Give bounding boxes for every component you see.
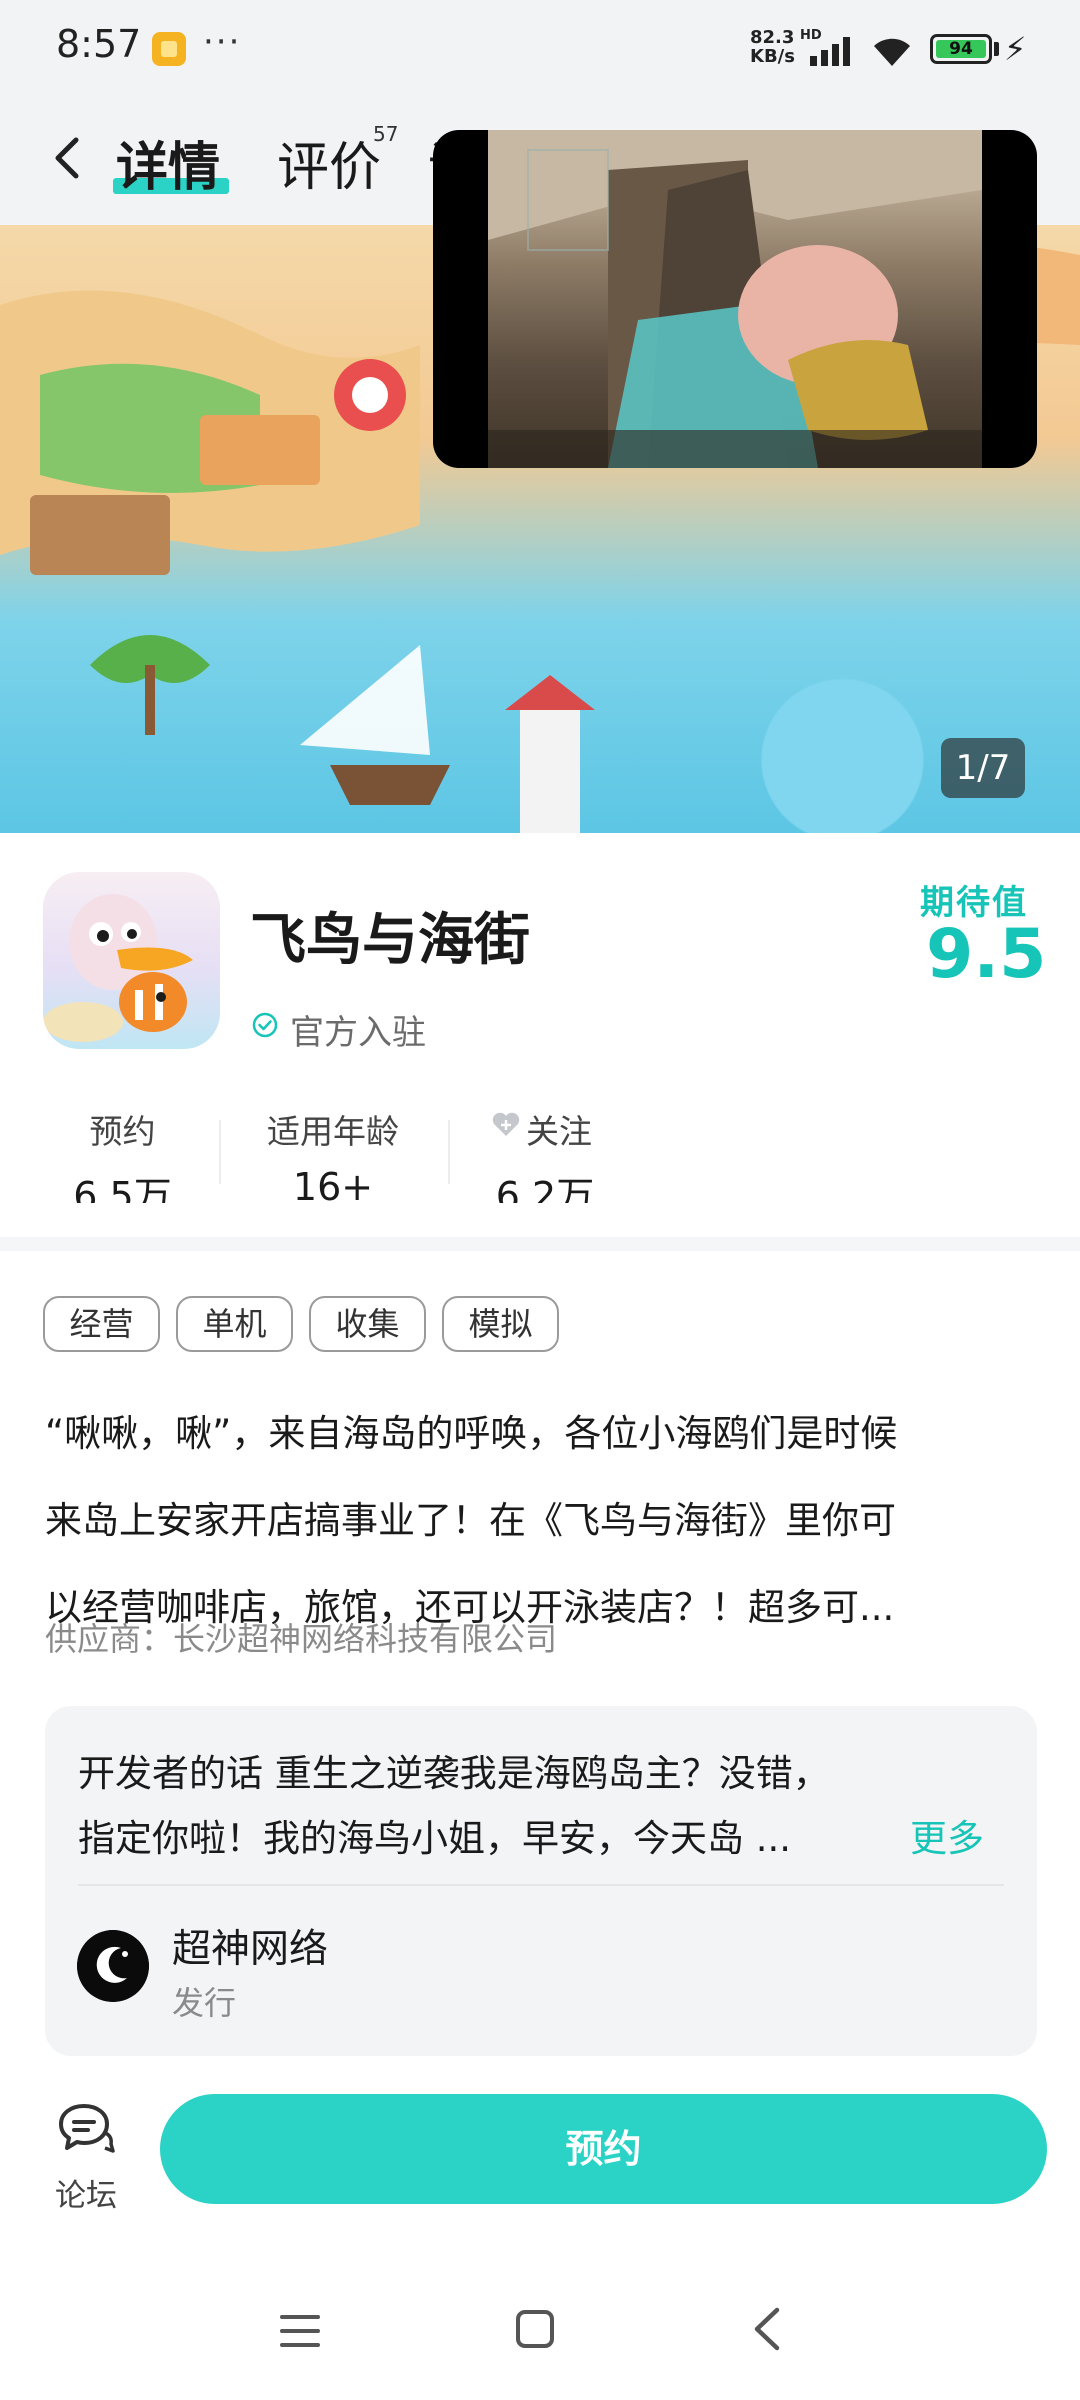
signal-icon (810, 37, 850, 66)
forum-chat-icon[interactable] (57, 2102, 115, 2154)
publisher-name[interactable]: 超神网络 (172, 1918, 328, 1974)
video-frame (488, 130, 982, 468)
tag-management[interactable]: 经营 (43, 1296, 160, 1352)
forum-label[interactable]: 论坛 (55, 2170, 117, 2215)
app-icon (43, 872, 220, 1049)
stat-age-label: 适用年龄 (267, 1112, 399, 1151)
app-notification-icon (152, 32, 186, 66)
network-speed-unit: KB/s (750, 46, 795, 67)
publisher-role: 发行 (172, 1984, 237, 2022)
supplier-info: 供应商：长沙超神网络科技有限公司 (45, 1620, 558, 1658)
card-divider (78, 1884, 1004, 1886)
developer-note-line: 指定你啦！我的海鸟小姐，早安，今天岛 ... (78, 1817, 792, 1860)
expect-value: 9.5 (926, 915, 1047, 994)
stat-follow-label: 关注 (526, 1112, 592, 1151)
reserve-button[interactable]: 预约 (160, 2094, 1047, 2204)
tag-simulation[interactable]: 模拟 (442, 1296, 559, 1352)
reviews-count-badge: 57 (373, 122, 399, 146)
tag-single-player[interactable]: 单机 (176, 1296, 293, 1352)
stat-age-value: 16+ (292, 1165, 374, 1203)
charging-bolt-icon: ⚡ (1004, 30, 1027, 68)
app-title: 飞鸟与海街 (250, 908, 530, 973)
video-preview[interactable] (433, 130, 1037, 468)
description-line: “啾啾，啾”，来自海岛的呼唤，各位小海鸥们是时候 (45, 1412, 898, 1455)
tab-reviews[interactable]: 评价 (277, 125, 381, 200)
wifi-icon (874, 38, 910, 66)
stat-follow-value: 6.2万 (495, 1174, 595, 1203)
network-speed: 82.3 KB/s (750, 28, 795, 66)
network-speed-value: 82.3 (750, 27, 795, 48)
status-time: 8:57 (56, 22, 142, 66)
game-description[interactable]: “啾啾，啾”，来自海岛的呼唤，各位小海鸥们是时候 来岛上安家开店搞事业了！在《飞… (45, 1390, 1045, 1651)
battery-icon: 94 (930, 34, 992, 64)
battery-level: 94 (936, 40, 986, 58)
developer-note-line: 开发者的话 重生之逆袭我是海鸥岛主？没错， (78, 1752, 830, 1795)
description-line: 来岛上安家开店搞事业了！在《飞鸟与海街》里你可 (45, 1499, 896, 1542)
official-label: 官方入驻 (290, 1013, 426, 1053)
verified-check-icon (252, 1012, 278, 1038)
stat-divider (448, 1120, 450, 1184)
back-arrow-icon[interactable] (48, 128, 88, 188)
publisher-avatar[interactable] (77, 1930, 149, 2002)
heart-icon (492, 1112, 520, 1136)
stat-divider (219, 1120, 221, 1184)
tab-details[interactable]: 详情 (116, 125, 220, 200)
section-divider (0, 1237, 1080, 1251)
stat-reservations-label: 预约 (89, 1112, 156, 1151)
more-notifications-icon: ··· (203, 22, 242, 62)
system-back-icon[interactable] (752, 2306, 782, 2352)
recent-apps-icon[interactable] (280, 2313, 320, 2349)
battery-tip (994, 42, 999, 56)
home-icon[interactable] (516, 2310, 554, 2348)
stat-reservations-value: 6.5万 (73, 1174, 172, 1203)
tag-collection[interactable]: 收集 (309, 1296, 426, 1352)
carousel-page-indicator: 1/7 (941, 738, 1025, 798)
developer-more-link[interactable]: 更多 (910, 1808, 984, 1862)
